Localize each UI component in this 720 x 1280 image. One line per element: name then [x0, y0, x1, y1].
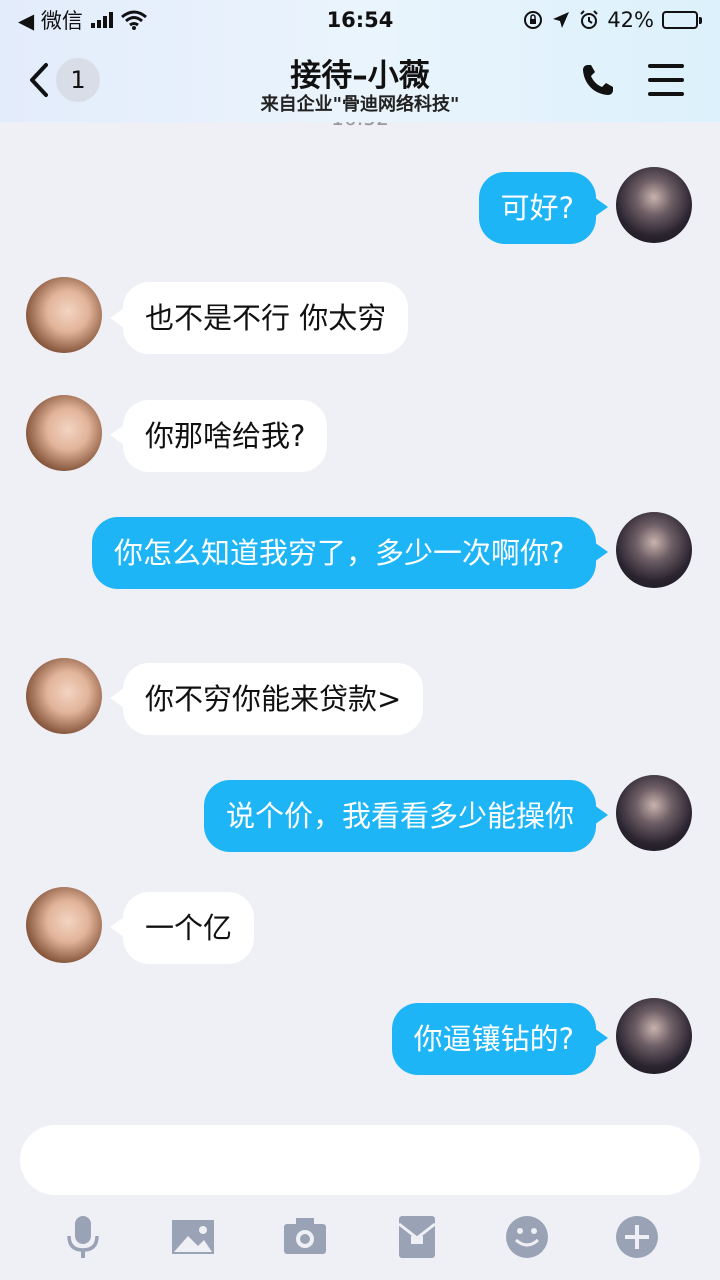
contact-avatar[interactable]	[26, 277, 102, 353]
bubble-tail	[110, 917, 124, 937]
message-input[interactable]	[20, 1125, 700, 1195]
incoming-message-bubble[interactable]: 你不穷你能来贷款>	[123, 663, 424, 735]
rotation-lock-icon	[524, 11, 543, 29]
my-avatar[interactable]	[616, 998, 692, 1074]
my-avatar[interactable]	[616, 167, 692, 243]
red-packet-icon[interactable]	[392, 1212, 442, 1262]
contact-avatar[interactable]	[26, 887, 102, 963]
outgoing-message-bubble[interactable]: 你怎么知道我穷了，多少一次啊你?	[92, 517, 596, 589]
message-timestamp: 16:52	[0, 122, 720, 130]
chat-area[interactable]: 16:52 可好? 也不是不行 你太穷 你那啥给我? 你怎么知道我穷了，多少一次…	[0, 122, 720, 1108]
outgoing-message-bubble[interactable]: 可好?	[478, 172, 596, 244]
phone-call-icon[interactable]	[580, 62, 616, 98]
cellular-signal-icon	[90, 12, 113, 28]
menu-line	[648, 78, 684, 82]
status-right: 42%	[523, 8, 702, 32]
bubble-tail	[594, 1028, 608, 1048]
back-to-app-label[interactable]: ◀ 微信	[18, 5, 83, 35]
bubble-tail	[594, 197, 608, 217]
battery-percent: 42%	[607, 8, 654, 32]
input-toolbar	[0, 1212, 720, 1268]
camera-icon[interactable]	[280, 1212, 330, 1262]
incoming-message-bubble[interactable]: 也不是不行 你太穷	[123, 282, 409, 354]
bubble-tail	[594, 542, 608, 562]
incoming-message-bubble[interactable]: 你那啥给我?	[123, 400, 328, 472]
status-left: ◀ 微信	[18, 5, 147, 35]
menu-button[interactable]	[648, 64, 684, 96]
menu-line	[648, 92, 684, 96]
microphone-icon[interactable]	[58, 1212, 108, 1262]
chat-header: 1 接待–小薇 来自企业"骨迪网络科技"	[0, 40, 720, 122]
menu-line	[648, 64, 684, 68]
my-avatar[interactable]	[616, 775, 692, 851]
bubble-tail	[110, 425, 124, 445]
bubble-tail	[594, 805, 608, 825]
emoji-icon[interactable]	[502, 1212, 552, 1262]
outgoing-message-bubble[interactable]: 说个价，我看看多少能操你	[203, 780, 596, 852]
my-avatar[interactable]	[616, 512, 692, 588]
input-area	[0, 1108, 720, 1280]
plus-icon[interactable]	[612, 1212, 662, 1262]
incoming-message-bubble[interactable]: 一个亿	[123, 892, 255, 964]
battery-icon	[662, 11, 702, 29]
bubble-tail	[110, 688, 124, 708]
bubble-tail	[110, 308, 124, 328]
alarm-icon	[580, 10, 599, 29]
status-bar: ◀ 微信 16:54 42%	[0, 0, 720, 40]
outgoing-message-bubble[interactable]: 你逼镶钻的?	[391, 1003, 596, 1075]
location-icon	[553, 12, 570, 28]
wifi-icon	[120, 10, 147, 30]
image-icon[interactable]	[168, 1212, 218, 1262]
contact-avatar[interactable]	[26, 658, 102, 734]
contact-avatar[interactable]	[26, 395, 102, 471]
